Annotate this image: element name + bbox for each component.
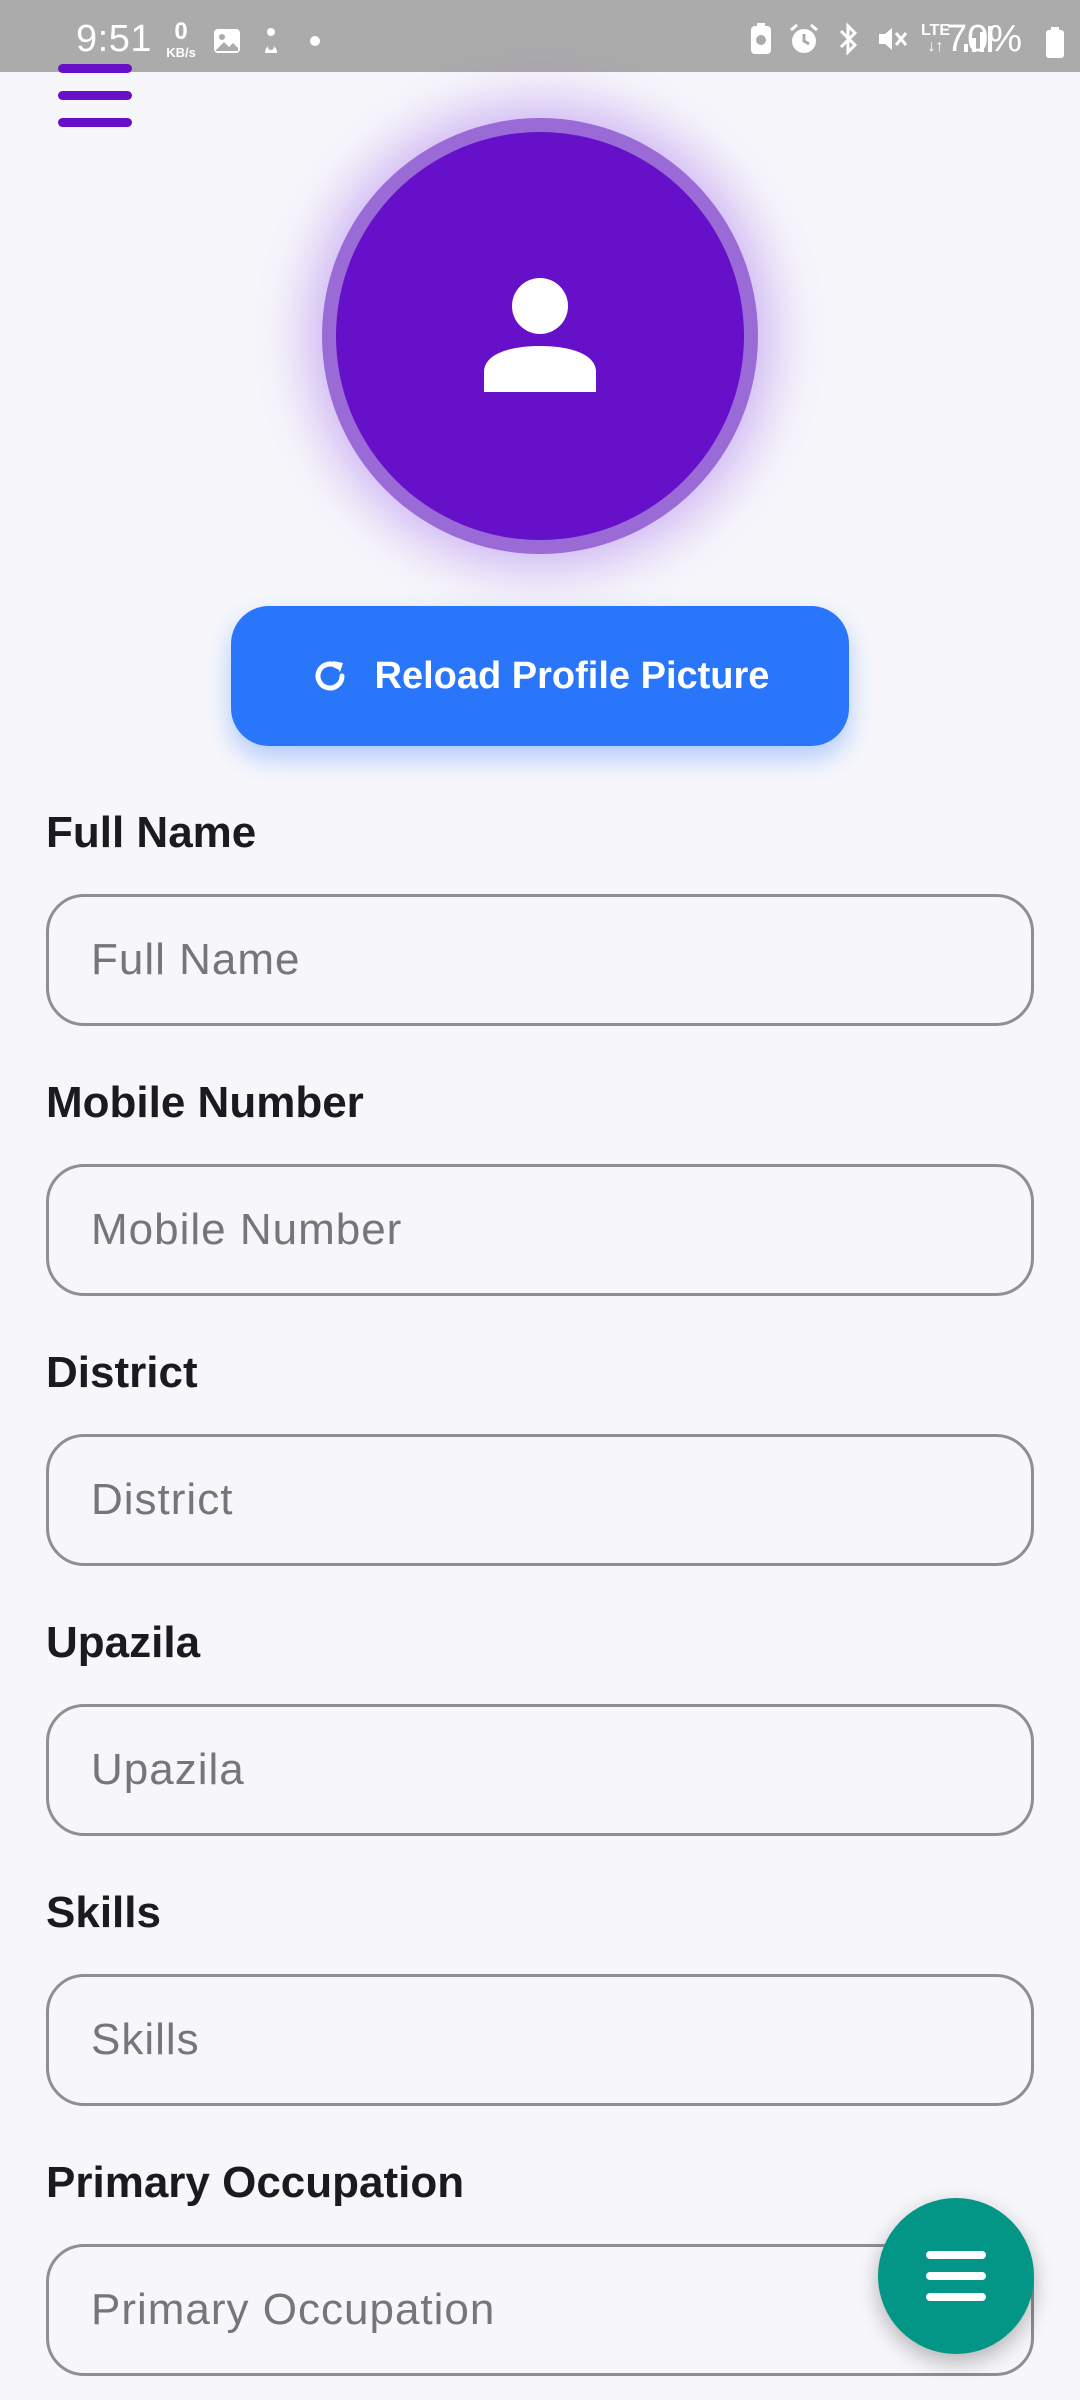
battery-saver-icon <box>750 23 771 54</box>
floating-menu-button[interactable] <box>878 2198 1034 2354</box>
mute-icon <box>878 28 908 50</box>
refresh-icon <box>315 661 345 691</box>
skills-label: Skills <box>46 1888 161 1937</box>
status-notification-icons <box>212 26 330 56</box>
bluetooth-icon <box>839 22 858 56</box>
hamburger-menu-icon <box>58 64 132 127</box>
mobile-number-label: Mobile Number <box>46 1078 364 1127</box>
mobile-number-input[interactable] <box>46 1164 1034 1296</box>
battery-percent: 70% <box>945 18 1022 60</box>
alarm-icon <box>790 23 818 53</box>
upazila-label: Upazila <box>46 1618 201 1667</box>
user-icon <box>484 278 596 392</box>
profile-avatar[interactable] <box>322 118 758 554</box>
dot-icon <box>310 36 320 46</box>
reload-button-label: Reload Profile Picture <box>374 654 770 697</box>
menu-button[interactable] <box>56 60 134 130</box>
battery-icon <box>1046 27 1064 58</box>
gallery-icon <box>214 29 240 53</box>
skills-input[interactable] <box>46 1974 1034 2106</box>
menu-icon <box>926 2251 986 2301</box>
upazila-input[interactable] <box>46 1704 1034 1836</box>
data-rate-value: 0 <box>174 18 188 45</box>
status-time: 9:51 <box>76 18 152 60</box>
avatar <box>336 132 744 540</box>
accessibility-icon <box>265 28 277 53</box>
district-label: District <box>46 1348 198 1397</box>
district-input[interactable] <box>46 1434 1034 1566</box>
full-name-label: Full Name <box>46 808 257 857</box>
status-bar: 9:51 0 KB/s LTE ↓↑ 70% <box>0 0 1080 72</box>
primary-occupation-label: Primary Occupation <box>46 2158 465 2207</box>
data-rate-indicator: 0 KB/s <box>160 18 202 60</box>
reload-profile-picture-button[interactable]: Reload Profile Picture <box>231 606 849 746</box>
data-rate-unit: KB/s <box>166 45 196 60</box>
full-name-input[interactable] <box>46 894 1034 1026</box>
